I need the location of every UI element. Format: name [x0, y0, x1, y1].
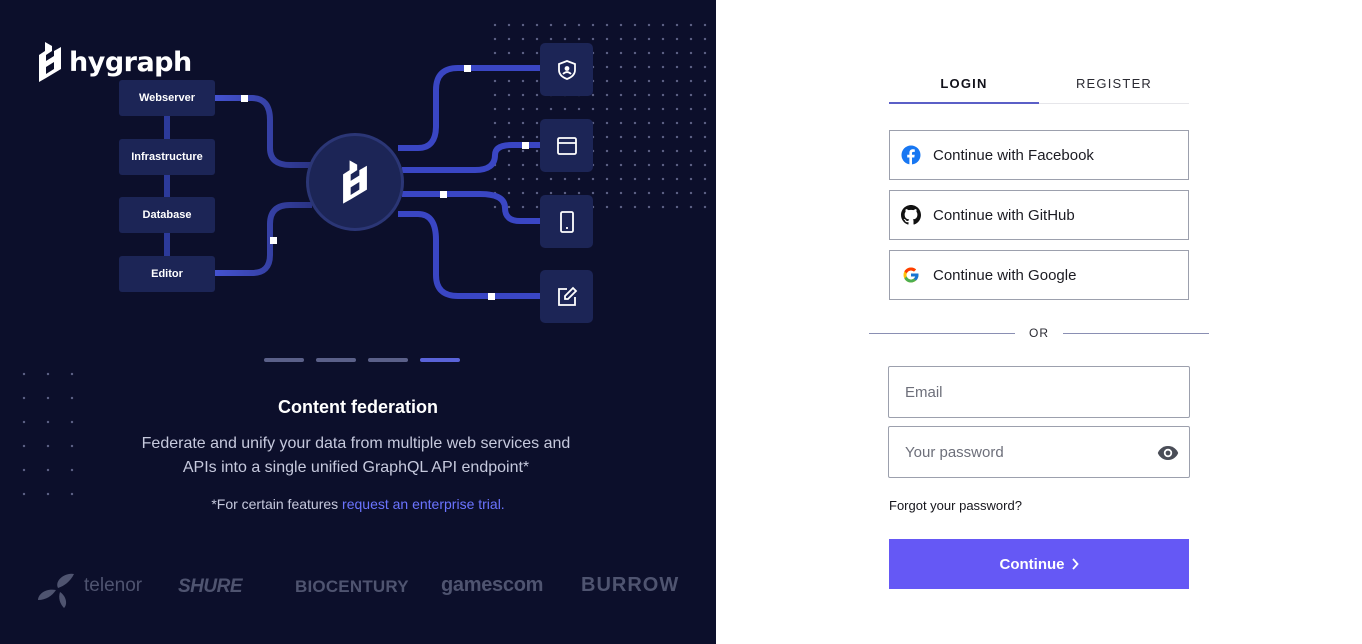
- flow-line-target-1: [398, 65, 540, 151]
- google-button-label: Continue with Google: [933, 266, 1077, 284]
- promo-panel: hygraph Webserver Infrastructure Databas…: [0, 0, 716, 644]
- show-password-eye-icon[interactable]: [1157, 443, 1179, 463]
- carousel-indicator: [264, 358, 460, 362]
- or-divider: OR: [869, 326, 1209, 340]
- data-packet: [488, 293, 495, 300]
- data-packet: [440, 191, 447, 198]
- continue-with-facebook-button[interactable]: Continue with Facebook: [889, 130, 1189, 180]
- shield-user-icon: [557, 59, 576, 80]
- forgot-password-link[interactable]: Forgot your password?: [889, 498, 1022, 513]
- tab-login[interactable]: LOGIN: [889, 64, 1039, 104]
- continue-with-github-button[interactable]: Continue with GitHub: [889, 190, 1189, 240]
- chevron-right-icon: [1071, 558, 1079, 570]
- decorative-dot-grid: [12, 362, 82, 502]
- feature-title: Content federation: [278, 397, 438, 417]
- flow-line-webserver: [215, 95, 312, 168]
- password-field-wrapper: [888, 426, 1190, 478]
- continue-with-google-button[interactable]: Continue with Google: [889, 250, 1189, 300]
- password-field[interactable]: [889, 427, 1189, 477]
- feature-note-text: *For certain features: [211, 496, 343, 512]
- facebook-button-label: Continue with Facebook: [933, 146, 1094, 164]
- customer-logos: telenor SHURE BIOCENTURY gamescom BURROW: [0, 562, 716, 612]
- tab-register[interactable]: REGISTER: [1039, 64, 1189, 103]
- source-node-database: Database: [119, 197, 215, 233]
- hygraph-logo-icon: [343, 160, 367, 204]
- carousel-dot-active[interactable]: [420, 358, 460, 362]
- telenor-propeller-icon: [38, 573, 74, 608]
- feature-description: Federate and unify your data from multip…: [141, 435, 571, 476]
- data-packet: [464, 65, 471, 72]
- data-packet: [522, 142, 529, 149]
- divider-line: [869, 332, 1015, 334]
- target-node-mobile: [540, 195, 593, 248]
- shure-logo: SHURE: [178, 576, 243, 597]
- google-icon: [901, 265, 921, 285]
- carousel-dot[interactable]: [368, 358, 408, 362]
- source-node-editor: Editor: [119, 256, 215, 292]
- flow-line-editor: [215, 202, 312, 276]
- divider-line: [1063, 332, 1209, 334]
- biocentury-logo: BIOCENTURY: [295, 577, 409, 596]
- carousel-dot[interactable]: [264, 358, 304, 362]
- browser-window-icon: [556, 136, 577, 155]
- target-node-auth: [540, 43, 593, 96]
- email-field-wrapper: [888, 366, 1190, 418]
- enterprise-trial-link[interactable]: request an enterprise trial.: [342, 496, 505, 512]
- burrow-logo: BURROW: [581, 574, 680, 596]
- flow-line-target-4: [398, 211, 540, 299]
- target-node-editor: [540, 270, 593, 323]
- continue-button[interactable]: Continue: [889, 539, 1189, 589]
- auth-tabs: LOGIN REGISTER: [889, 64, 1189, 104]
- source-node-infrastructure: Infrastructure: [119, 139, 215, 175]
- hygraph-hub-node: [306, 133, 404, 231]
- facebook-icon: [901, 145, 921, 165]
- feature-note: *For certain features request an enterpr…: [0, 496, 716, 512]
- telenor-logo: telenor: [36, 564, 142, 608]
- target-node-web: [540, 119, 593, 172]
- data-packet: [241, 95, 248, 102]
- data-packet: [270, 237, 277, 244]
- gamescom-logo: gamescom: [441, 574, 544, 596]
- mobile-device-icon: [559, 210, 574, 233]
- email-field[interactable]: [889, 367, 1189, 417]
- source-node-webserver: Webserver: [119, 80, 215, 116]
- carousel-dot[interactable]: [316, 358, 356, 362]
- edit-icon: [557, 286, 577, 306]
- continue-button-label: Continue: [999, 555, 1065, 573]
- github-button-label: Continue with GitHub: [933, 206, 1075, 224]
- github-icon: [901, 205, 921, 225]
- or-label: OR: [1029, 326, 1049, 340]
